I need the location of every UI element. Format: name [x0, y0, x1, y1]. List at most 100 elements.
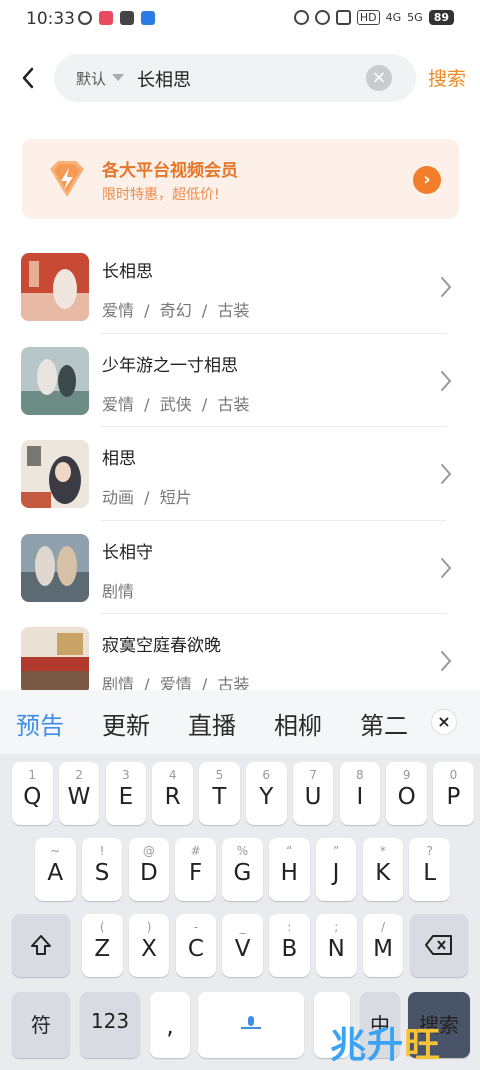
result-title: 寂寞空庭春欲晚: [102, 636, 221, 656]
chevron-right-icon: [441, 651, 452, 671]
chevron-right-circle-icon[interactable]: ›: [413, 166, 441, 194]
chevron-right-icon: [441, 464, 452, 484]
key-label: Z: [94, 936, 111, 962]
key-label: S: [94, 860, 110, 886]
result-title: 少年游之一寸相思: [102, 355, 238, 376]
key-label: Q: [23, 784, 42, 810]
key-h[interactable]: “H: [269, 838, 310, 901]
key-label: B: [281, 936, 298, 962]
key-v[interactable]: _ V: [222, 914, 263, 977]
key-label: L: [423, 860, 437, 886]
key-k[interactable]: * K: [362, 838, 404, 901]
key-label: V: [234, 936, 251, 962]
key-m[interactable]: / M: [362, 914, 404, 977]
search-button[interactable]: 搜索: [428, 64, 466, 91]
ime-keyboard: 预告 更新 直播 相柳 第二 × 1 Q 2 W 3 E 4 R 5 T 6 Y 7 U 8 I 9 O 0 P ~ A!…: [0, 690, 480, 1070]
microphone-icon: [241, 1016, 261, 1029]
key-label: M: [373, 936, 393, 962]
key-alt-label: /: [381, 920, 386, 934]
key-o[interactable]: 9O: [386, 762, 427, 825]
poster-thumbnail: [21, 533, 89, 602]
key-label: E: [118, 784, 134, 810]
key-alt-label: @: [142, 844, 155, 858]
search-results: 长相思 爱情 / 奇幻 / 古装 少年游之一寸相思 爱情 / 武侠 / 古装 相…: [0, 240, 480, 708]
sort-dropdown[interactable]: 默认: [76, 68, 106, 89]
number-key[interactable]: 123: [80, 992, 140, 1058]
result-item[interactable]: 少年游之一寸相思 爱情 / 武侠 / 古装: [0, 334, 480, 427]
back-button[interactable]: [14, 62, 42, 94]
space-key[interactable]: [198, 992, 304, 1058]
signal-4g: 4G: [385, 11, 402, 24]
caret-down-icon[interactable]: [112, 74, 124, 81]
key-x[interactable]: ) X: [128, 914, 170, 977]
comma-key[interactable]: ,: [150, 992, 190, 1058]
key-w[interactable]: 2W: [58, 762, 100, 825]
vip-banner[interactable]: 各大平台视频会员 限时特惠，超低价! ›: [22, 139, 459, 219]
key-alt-label: 0: [449, 768, 458, 782]
symbol-key[interactable]: 符: [12, 992, 70, 1058]
key-p[interactable]: 0P: [433, 762, 474, 825]
key-y[interactable]: 6Y: [246, 762, 287, 825]
key-l[interactable]: ? L: [409, 838, 450, 901]
key-f[interactable]: # F: [175, 838, 216, 901]
result-title: 长相思: [102, 262, 153, 282]
key-label: Y: [259, 784, 274, 810]
key-label: C: [187, 936, 204, 962]
watermark-logo: 兆升旺: [330, 1025, 442, 1066]
result-item[interactable]: 相思 动画 / 短片: [0, 427, 480, 521]
key-q[interactable]: 1Q: [12, 762, 53, 825]
search-input[interactable]: 长相思: [137, 66, 191, 92]
diamond-bolt-icon: [50, 161, 84, 197]
candidate-word[interactable]: 相柳: [274, 706, 322, 741]
vip-title: 各大平台视频会员: [102, 161, 238, 181]
key-label: D: [139, 860, 158, 886]
candidate-word[interactable]: 直播: [188, 706, 236, 741]
key-a[interactable]: ~ A: [35, 838, 76, 901]
app-blue-icon: [141, 11, 155, 25]
key-label: ,: [166, 1014, 174, 1040]
search-box[interactable]: 默认 长相思 ×: [54, 54, 416, 102]
key-i[interactable]: 8I: [339, 762, 381, 825]
key-label: K: [375, 860, 391, 886]
key-u[interactable]: 7U: [292, 762, 334, 825]
key-j[interactable]: ” J: [315, 838, 357, 901]
key-t[interactable]: 5T: [199, 762, 240, 825]
candidate-word[interactable]: 第二: [360, 706, 418, 741]
candidate-word[interactable]: 更新: [102, 706, 150, 741]
key-r[interactable]: 4R: [152, 762, 193, 825]
key-n[interactable]: ; N: [316, 914, 357, 977]
clear-search-button[interactable]: ×: [366, 65, 392, 91]
key-label: T: [212, 784, 227, 810]
key-label: 符: [31, 1013, 51, 1037]
result-tags: 剧情: [102, 581, 135, 601]
key-g[interactable]: % G: [222, 838, 263, 901]
key-z[interactable]: (Z: [82, 914, 123, 977]
result-title: 长相守: [102, 542, 153, 563]
key-d[interactable]: @ D: [128, 838, 170, 901]
key-alt-label: 4: [168, 768, 177, 782]
result-item[interactable]: 长相思 爱情 / 奇幻 / 古装: [0, 240, 480, 334]
result-title: 相思: [102, 449, 136, 469]
key-label: P: [446, 784, 461, 810]
candidate-word[interactable]: 预告: [16, 706, 64, 741]
backspace-key[interactable]: [410, 914, 468, 977]
chevron-right-icon: [441, 557, 452, 578]
shift-key[interactable]: [12, 914, 70, 977]
close-candidates-icon[interactable]: ×: [432, 710, 456, 734]
chevron-left-icon: [22, 67, 34, 89]
mute-icon: [335, 10, 351, 25]
shift-arrow-icon: [31, 935, 51, 955]
key-e[interactable]: 3E: [105, 762, 147, 825]
key-label: F: [189, 860, 203, 886]
key-b[interactable]: :B: [269, 914, 310, 977]
key-label: I: [356, 784, 364, 810]
result-item[interactable]: 长相守 剧情: [0, 521, 480, 614]
battery-level: 89: [428, 10, 454, 25]
result-tags: 动画 / 短片: [102, 488, 192, 507]
chevron-right-icon: [441, 370, 452, 391]
key-s[interactable]: ! S: [81, 838, 123, 901]
app-k-icon: [78, 11, 92, 25]
status-indicators: HD 4G 5G 89: [293, 10, 454, 25]
key-c[interactable]: -C: [175, 914, 217, 977]
vip-subtitle: 限时特惠，超低价!: [102, 187, 220, 203]
